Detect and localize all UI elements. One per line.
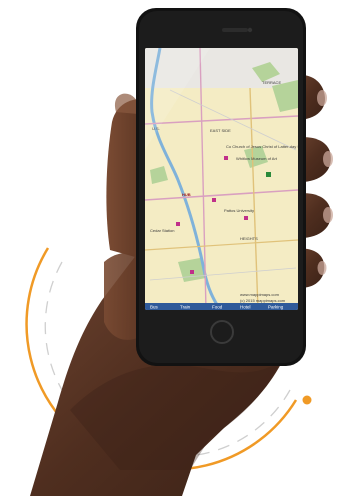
legend-food: Food xyxy=(212,305,223,310)
map-marker[interactable] xyxy=(266,172,271,177)
map-label-church: Co Church of Jesus Christ of Latter-day … xyxy=(226,144,308,149)
map-label-station: Cedar Station xyxy=(150,228,174,233)
legend-parking: Parking xyxy=(268,305,284,310)
map-label-university: Pattos University xyxy=(224,208,254,213)
map-marker[interactable] xyxy=(224,156,228,160)
map-label-watermark: www.mappimaps.com xyxy=(240,292,280,297)
map-label-east-side: EAST SIDE xyxy=(210,128,231,133)
legend-bus: Bus xyxy=(150,305,159,310)
front-camera xyxy=(247,27,253,33)
map-marker[interactable] xyxy=(190,270,194,274)
map-label-copyright: (c) 2015 mappimaps.com xyxy=(240,298,286,303)
map-label-hub: HUB xyxy=(182,192,191,197)
map-marker[interactable] xyxy=(212,198,216,202)
map-label-heights: HEIGHTS xyxy=(240,236,258,241)
legend-hotel: Hotel xyxy=(240,305,251,310)
arc-dot xyxy=(302,395,312,405)
map-marker[interactable] xyxy=(176,222,180,226)
speaker-grille xyxy=(222,28,248,32)
map-label-museum: Whitlow Museum of Art xyxy=(236,156,278,161)
map-label-terrace: TERRACE xyxy=(262,80,281,85)
map-marker[interactable] xyxy=(244,216,248,220)
legend-train: Train xyxy=(180,305,191,310)
scene: U.S. Co Church of Jesus Christ of Latter… xyxy=(25,8,333,496)
